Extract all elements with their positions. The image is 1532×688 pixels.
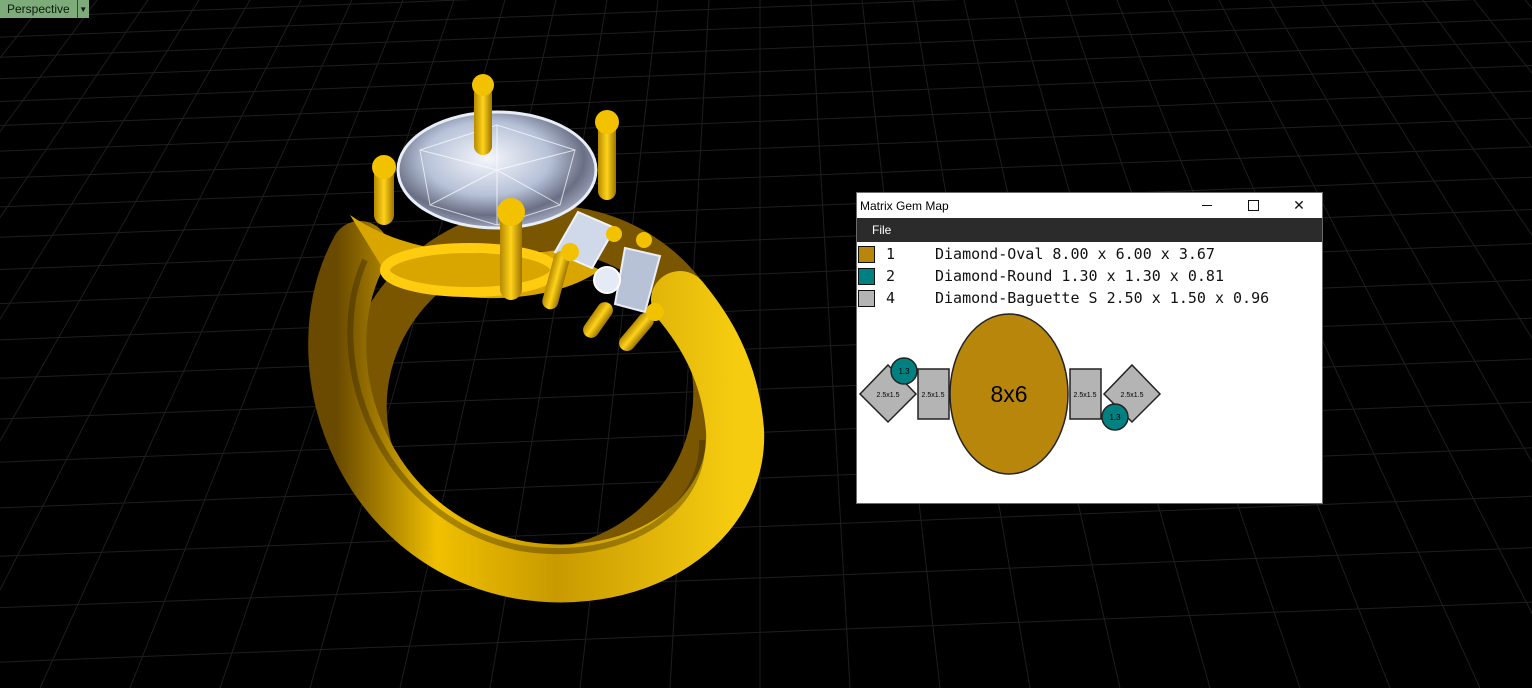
grid-line [1485, 0, 1532, 688]
gem-legend: 1 Diamond-Oval 8.00 x 6.00 x 3.67 2 Diam… [857, 242, 1322, 309]
gem-layout-diagram[interactable]: 2.5x1.5 1.3 2.5x1.5 8x6 2.5x1.5 2.5x1.5 … [857, 308, 1322, 478]
grid-line [0, 495, 1532, 557]
minimize-icon[interactable] [1184, 193, 1230, 218]
grid-line [0, 0, 193, 688]
gem-count: 1 [886, 245, 896, 263]
window-titlebar[interactable]: Matrix Gem Map ✕ [857, 193, 1322, 218]
grid-line [0, 0, 225, 688]
grid-line [0, 0, 99, 688]
gem-description: Diamond-Baguette S 2.50 x 1.50 x 0.96 [935, 289, 1270, 307]
grid-line [0, 0, 960, 38]
center-oval-gem[interactable]: 8x6 [949, 313, 1069, 475]
baguette-right-inner[interactable]: 2.5x1.5 [1069, 368, 1102, 420]
gem-count: 4 [886, 289, 896, 307]
grid-line [1516, 0, 1532, 688]
baguette-label: 2.5x1.5 [1074, 392, 1097, 399]
round-label: 1.3 [1109, 413, 1121, 422]
grid-line [0, 0, 302, 592]
gem-count: 2 [886, 267, 896, 285]
grid-line [39, 0, 353, 688]
baguette-label: 2.5x1.5 [922, 392, 945, 399]
grid-line [0, 0, 98, 133]
round-left[interactable]: 1.3 [890, 357, 918, 385]
color-swatch [858, 245, 875, 263]
viewport-name[interactable]: Perspective [0, 0, 78, 18]
round-label: 1.3 [898, 367, 910, 376]
grid-line [0, 0, 256, 688]
gem-map-window[interactable]: Matrix Gem Map ✕ File 1 Diamond-Oval 8.0… [857, 193, 1322, 503]
grid-line [0, 547, 1532, 609]
legend-row-oval: 1 Diamond-Oval 8.00 x 6.00 x 3.67 [857, 243, 1322, 265]
grid-line [0, 0, 36, 688]
grid-line [810, 0, 851, 688]
color-swatch [858, 289, 875, 307]
gem-description: Diamond-Round 1.30 x 1.30 x 0.81 [935, 267, 1224, 285]
grid-line [0, 117, 1532, 179]
grid-line [1327, 0, 1532, 688]
round-right[interactable]: 1.3 [1101, 403, 1129, 431]
grid-line [0, 0, 162, 688]
grid-line [0, 0, 67, 688]
triangle-down-icon[interactable]: ▼ [77, 0, 89, 18]
menu-file[interactable]: File [857, 218, 906, 242]
legend-row-round: 2 Diamond-Round 1.30 x 1.30 x 0.81 [857, 265, 1322, 287]
center-label: 8x6 [990, 381, 1027, 407]
grid-line [0, 90, 1532, 152]
grid-line [1422, 0, 1532, 688]
baguette-label: 2.5x1.5 [1121, 392, 1144, 399]
legend-row-baguette: 4 Diamond-Baguette S 2.50 x 1.50 x 0.96 [857, 287, 1322, 309]
color-swatch [858, 267, 875, 285]
menu-bar: File [857, 218, 1322, 242]
gem-description: Diamond-Oval 8.00 x 6.00 x 3.67 [935, 245, 1215, 263]
close-icon[interactable]: ✕ [1276, 193, 1322, 218]
grid-line [1296, 0, 1532, 688]
grid-line [0, 0, 130, 688]
grid-line [0, 601, 1532, 663]
grid-line [0, 65, 1532, 127]
grid-line [1359, 0, 1532, 688]
grid-line [1390, 0, 1532, 688]
baguette-label: 2.5x1.5 [877, 392, 900, 399]
maximize-icon[interactable] [1230, 193, 1276, 218]
grid-line [0, 0, 288, 688]
grid-line [0, 40, 1532, 102]
grid-line [0, 0, 47, 59]
ring-model[interactable] [303, 74, 777, 634]
grid-line [0, 0, 4, 688]
grid-line [0, 0, 473, 19]
viewport-label[interactable]: Perspective ▼ [0, 0, 89, 18]
baguette-left-inner[interactable]: 2.5x1.5 [917, 368, 950, 420]
window-title: Matrix Gem Map [860, 198, 949, 213]
